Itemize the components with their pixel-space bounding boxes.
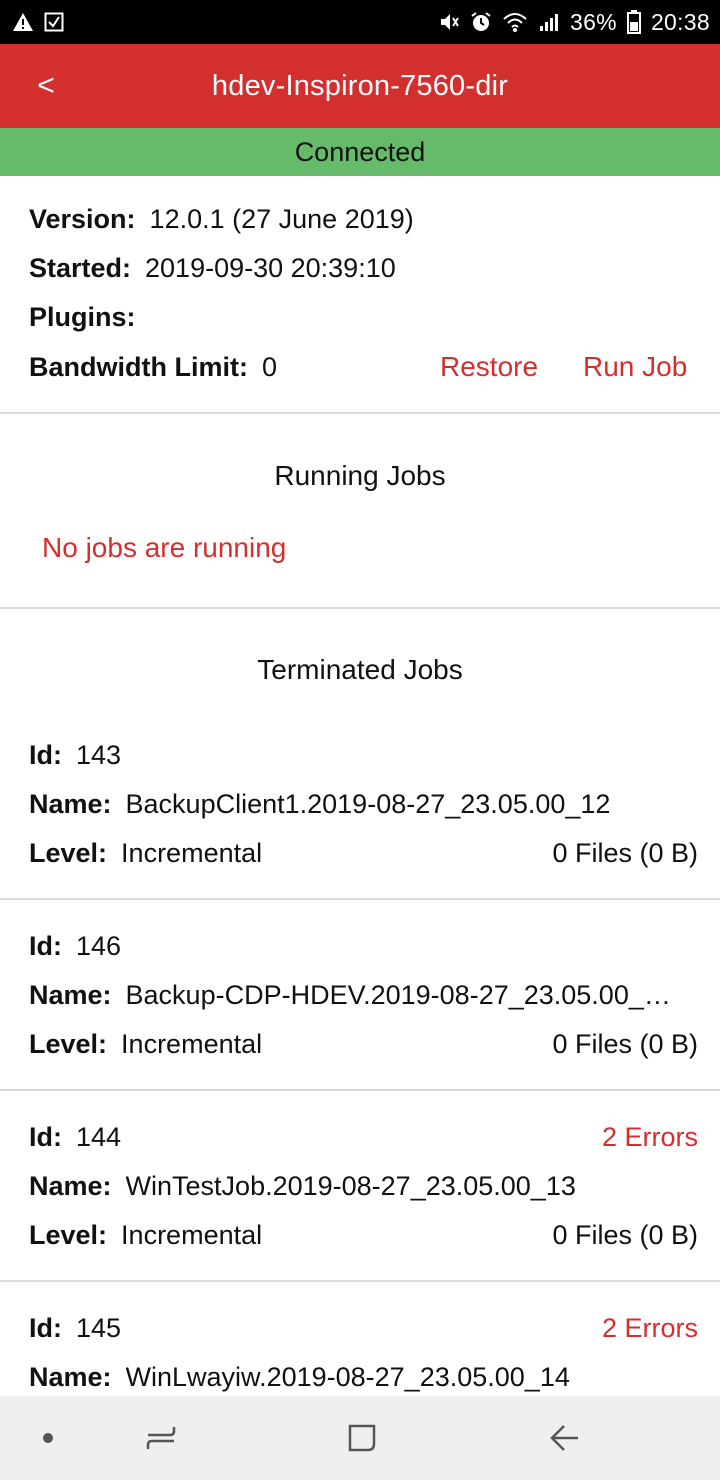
warning-icon <box>12 10 34 34</box>
job-id-row: Id: 145 2 Errors <box>29 1313 698 1344</box>
bandwidth-row: Bandwidth Limit: 0 <box>29 352 277 383</box>
job-name-label: Name: <box>29 980 112 1010</box>
restore-button[interactable]: Restore <box>440 351 538 383</box>
job-level-label: Level: <box>29 1220 108 1250</box>
version-row: Version: 12.0.1 (27 June 2019) <box>29 204 414 235</box>
signal-icon <box>538 10 560 34</box>
job-level-value: Incremental <box>121 1029 263 1059</box>
job-name-label: Name: <box>29 789 112 819</box>
job-name-value: WinTestJob.2019-08-27_23.05.00_13 <box>125 1171 576 1201</box>
job-level-label: Level: <box>29 1029 108 1059</box>
run-job-button[interactable]: Run Job <box>583 351 687 383</box>
plugins-row: Plugins: <box>29 302 150 333</box>
job-id-value: 145 <box>76 1313 122 1343</box>
running-jobs-heading: Running Jobs <box>274 460 446 491</box>
job-card[interactable]: Id: 144 2 Errors Name: WinTestJob.2019-0… <box>0 1091 720 1282</box>
version-value: 12.0.1 (27 June 2019) <box>149 204 414 234</box>
job-level-value: Incremental <box>121 838 263 868</box>
job-id-row: Id: 143 <box>29 740 698 771</box>
job-level-row: Level: Incremental 0 Files (0 B) <box>29 1029 698 1060</box>
job-name-row: Name: Backup-CDP-HDEV.2019-08-27_23.05.0… <box>29 980 698 1011</box>
job-files-count: 0 Files (0 B) <box>552 1029 698 1059</box>
job-files-count: 0 Files (0 B) <box>552 1220 698 1250</box>
director-info-panel: Version: 12.0.1 (27 June 2019) Started: … <box>0 176 720 414</box>
checkbox-icon <box>44 10 64 34</box>
recents-icon[interactable] <box>133 1412 189 1464</box>
job-name-row: Name: WinTestJob.2019-08-27_23.05.00_13 <box>29 1171 698 1202</box>
job-name-value: Backup-CDP-HDEV.2019-08-27_23.05.00_… <box>125 980 671 1010</box>
job-level-value: Incremental <box>121 1220 263 1250</box>
app-bar: < hdev-Inspiron-7560-dir <box>0 44 720 128</box>
job-id-label: Id: <box>29 931 62 961</box>
job-level-row: Level: Incremental 0 Files (0 B) <box>29 1220 698 1251</box>
job-id-row: Id: 146 <box>29 931 698 962</box>
status-bar: 36% 20:38 <box>0 0 720 44</box>
job-level-label: Level: <box>29 838 108 868</box>
plugins-label: Plugins: <box>29 302 136 332</box>
job-files-count: 0 Files (0 B) <box>552 838 698 868</box>
page-title: hdev-Inspiron-7560-dir <box>211 69 509 102</box>
back-button[interactable]: < <box>18 58 74 114</box>
job-name-label: Name: <box>29 1362 112 1392</box>
job-card[interactable]: Id: 143 Name: BackupClient1.2019-08-27_2… <box>0 709 720 900</box>
job-id-value: 143 <box>76 740 122 770</box>
job-name-value: BackupClient1.2019-08-27_23.05.00_12 <box>125 789 611 819</box>
version-label: Version: <box>29 204 136 234</box>
job-id-row: Id: 144 2 Errors <box>29 1122 698 1153</box>
battery-icon <box>626 10 641 34</box>
job-errors: 2 Errors <box>601 1313 698 1343</box>
job-id-value: 146 <box>76 931 122 961</box>
wifi-icon <box>502 10 528 34</box>
clock: 20:38 <box>650 8 710 35</box>
job-id-value: 144 <box>76 1122 122 1152</box>
system-nav-bar <box>0 1396 720 1480</box>
battery-percent: 36% <box>570 8 617 35</box>
job-card[interactable]: Id: 146 Name: Backup-CDP-HDEV.2019-08-27… <box>0 900 720 1091</box>
section-divider <box>0 607 720 609</box>
dot-icon[interactable] <box>20 1412 76 1464</box>
connection-status-banner: Connected <box>0 128 720 176</box>
job-name-row: Name: BackupClient1.2019-08-27_23.05.00_… <box>29 789 698 820</box>
mute-icon <box>438 10 460 34</box>
back-arrow-icon[interactable] <box>536 1412 592 1464</box>
job-id-label: Id: <box>29 1313 62 1343</box>
job-id-label: Id: <box>29 1122 62 1152</box>
started-row: Started: 2019-09-30 20:39:10 <box>29 253 396 284</box>
job-id-label: Id: <box>29 740 62 770</box>
job-name-label: Name: <box>29 1171 112 1201</box>
job-name-value: WinLwayiw.2019-08-27_23.05.00_14 <box>125 1362 570 1392</box>
bandwidth-value: 0 <box>261 352 277 382</box>
no-running-jobs-message: No jobs are running <box>42 532 287 563</box>
started-label: Started: <box>29 253 132 283</box>
job-name-row: Name: WinLwayiw.2019-08-27_23.05.00_14 <box>29 1362 698 1393</box>
job-level-row: Level: Incremental 0 Files (0 B) <box>29 838 698 869</box>
bandwidth-label: Bandwidth Limit: <box>29 352 248 382</box>
alarm-icon <box>470 10 492 34</box>
job-errors: 2 Errors <box>601 1122 698 1152</box>
back-chevron-icon: < <box>37 69 55 102</box>
home-icon[interactable] <box>334 1412 390 1464</box>
terminated-jobs-heading: Terminated Jobs <box>257 654 463 685</box>
started-value: 2019-09-30 20:39:10 <box>145 253 396 283</box>
